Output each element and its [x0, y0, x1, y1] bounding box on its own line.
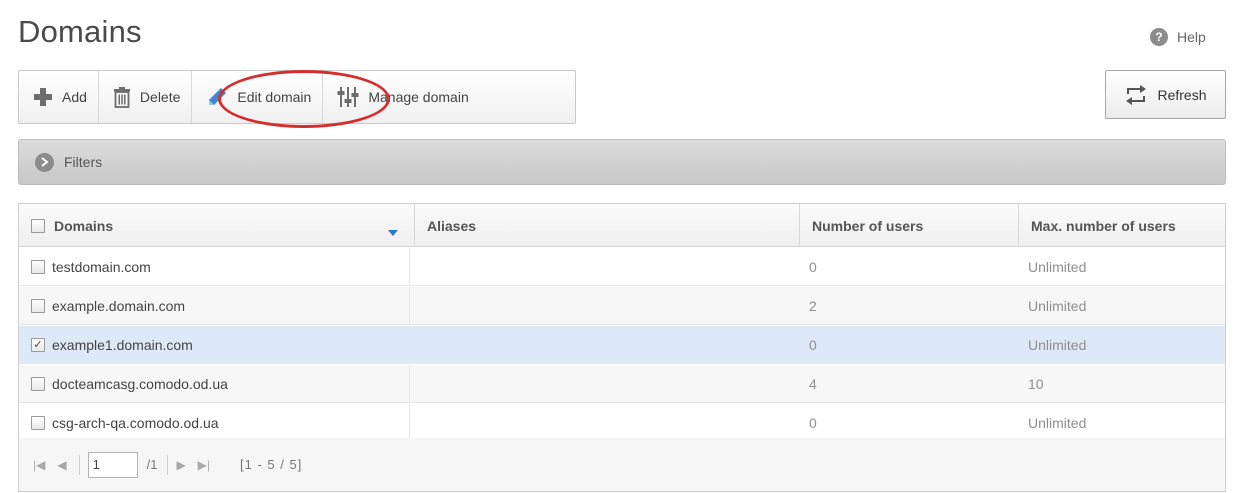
- page-total: /1: [146, 457, 158, 472]
- first-page-icon[interactable]: |◀: [33, 458, 45, 472]
- aliases-cell: [409, 365, 799, 403]
- domain-name: csg-arch-qa.comodo.od.ua: [52, 415, 219, 431]
- refresh-button[interactable]: Refresh: [1105, 70, 1226, 119]
- filters-label: Filters: [64, 154, 103, 170]
- pagination-bar: |◀ ◀ /1 ▶ ▶| [1 - 5 / 5]: [19, 438, 1225, 491]
- filters-bar[interactable]: Filters: [18, 139, 1226, 185]
- help-icon: ?: [1150, 28, 1168, 46]
- previous-page-icon[interactable]: ◀: [57, 458, 66, 472]
- sliders-icon: [337, 87, 359, 107]
- add-button-label: Add: [62, 89, 87, 105]
- max-users-cell: Unlimited: [1028, 259, 1087, 275]
- table-row-selected[interactable]: example1.domain.com 0 Unlimited: [19, 326, 1225, 364]
- column-header-domains-label: Domains: [54, 217, 114, 234]
- page-title: Domains: [18, 14, 142, 49]
- column-header-users[interactable]: Number of users: [799, 204, 1018, 247]
- aliases-cell: [409, 326, 799, 364]
- column-header-max-users[interactable]: Max. number of users: [1018, 204, 1225, 247]
- delete-button-label: Delete: [139, 89, 181, 105]
- sort-arrow-icon[interactable]: [388, 223, 398, 239]
- help-link[interactable]: ? Help: [1150, 28, 1206, 46]
- row-checkbox[interactable]: [31, 377, 45, 391]
- trash-icon: [113, 86, 130, 108]
- row-checkbox[interactable]: [31, 299, 45, 313]
- manage-domain-button[interactable]: Manage domain: [322, 71, 479, 123]
- table-row[interactable]: csg-arch-qa.comodo.od.ua 0 Unlimited: [19, 404, 1225, 442]
- refresh-icon: [1126, 84, 1147, 105]
- column-header-aliases-label: Aliases: [427, 217, 477, 234]
- edit-domain-button[interactable]: Edit domain: [191, 71, 322, 123]
- edit-domain-label: Edit domain: [237, 89, 312, 105]
- plus-icon: [34, 88, 52, 106]
- table-row[interactable]: docteamcasg.comodo.od.ua 4 10: [19, 365, 1225, 403]
- row-checkbox[interactable]: [31, 260, 45, 274]
- table-row[interactable]: example.domain.com 2 Unlimited: [19, 287, 1225, 325]
- table-row[interactable]: testdomain.com 0 Unlimited: [19, 248, 1225, 286]
- pager-divider: [167, 454, 169, 475]
- max-users-cell: 10: [1028, 376, 1044, 392]
- max-users-cell: Unlimited: [1028, 337, 1087, 353]
- add-button[interactable]: Add: [19, 71, 98, 123]
- column-header-aliases[interactable]: Aliases: [414, 204, 799, 247]
- column-header-domains[interactable]: Domains: [19, 204, 414, 247]
- users-cell: 0: [809, 337, 817, 353]
- column-header-max-users-label: Max. number of users: [1031, 217, 1176, 234]
- column-header-users-label: Number of users: [812, 217, 924, 234]
- aliases-cell: [409, 287, 799, 325]
- delete-button[interactable]: Delete: [97, 71, 191, 123]
- select-all-checkbox[interactable]: [31, 218, 45, 233]
- domains-table: Domains Aliases Number of users Max. num…: [18, 203, 1226, 492]
- chevron-right-icon: [35, 152, 54, 172]
- help-label: Help: [1177, 29, 1206, 45]
- manage-domain-label: Manage domain: [368, 89, 469, 105]
- domain-name: testdomain.com: [52, 259, 151, 275]
- last-page-icon[interactable]: ▶|: [198, 458, 210, 472]
- pencil-icon: [209, 88, 227, 105]
- next-page-icon[interactable]: ▶: [176, 458, 185, 472]
- max-users-cell: Unlimited: [1028, 415, 1087, 431]
- domain-name: example1.domain.com: [52, 337, 193, 353]
- toolbar: Add Delete Edit domain Manage domain: [18, 70, 576, 124]
- table-header: Domains Aliases Number of users Max. num…: [19, 204, 1225, 247]
- page-number-input[interactable]: [87, 451, 138, 478]
- domain-name: example.domain.com: [52, 298, 186, 314]
- refresh-label: Refresh: [1157, 86, 1207, 103]
- users-cell: 0: [809, 259, 817, 275]
- users-cell: 0: [809, 415, 817, 431]
- aliases-cell: [409, 404, 799, 442]
- record-range: [1 - 5 / 5]: [240, 457, 303, 472]
- row-checkbox[interactable]: [31, 416, 45, 430]
- row-checkbox[interactable]: [31, 338, 45, 352]
- users-cell: 4: [809, 376, 817, 392]
- pager-divider: [78, 454, 80, 475]
- max-users-cell: Unlimited: [1028, 298, 1087, 314]
- users-cell: 2: [809, 298, 817, 314]
- domain-name: docteamcasg.comodo.od.ua: [52, 376, 228, 392]
- aliases-cell: [409, 248, 799, 286]
